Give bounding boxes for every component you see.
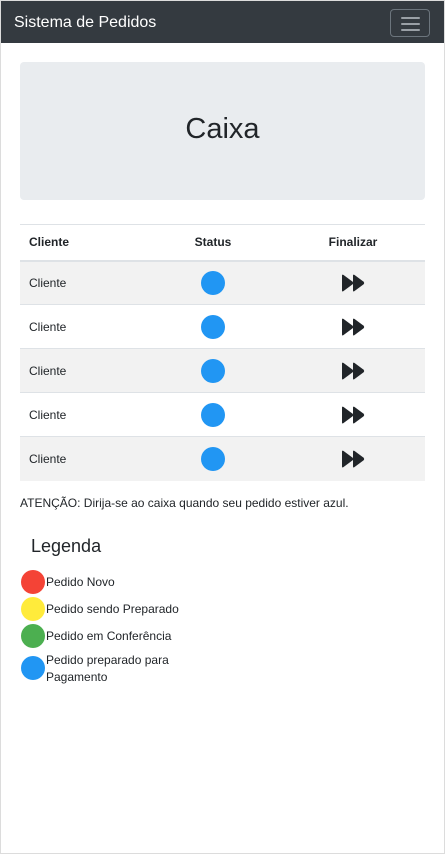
status-indicator-icon: [201, 402, 225, 427]
warning-text: ATENÇÃO: Dirija-se ao caixa quando seu p…: [20, 496, 349, 510]
status-indicator-icon: [201, 358, 225, 383]
navbar-brand[interactable]: Sistema de Pedidos: [14, 13, 156, 33]
fast-forward-icon[interactable]: [341, 274, 365, 292]
column-header-status: Status: [145, 224, 281, 262]
client-name-cell: Cliente: [20, 348, 145, 393]
legend-color-dot-icon: [21, 624, 45, 648]
legend-title: Legenda: [31, 536, 102, 556]
client-name-cell: Cliente: [20, 392, 145, 437]
page-header: Caixa: [20, 62, 425, 200]
table-row: Cliente: [20, 436, 425, 481]
legend-color-dot-icon: [21, 570, 45, 594]
page-title: Caixa: [185, 113, 260, 145]
navbar: Sistema de Pedidos: [1, 1, 444, 43]
client-name-cell: Cliente: [20, 304, 145, 349]
table-header-row: Cliente Status Finalizar: [20, 224, 425, 262]
legend-color-dot-icon: [21, 656, 45, 680]
table-row: Cliente: [20, 304, 425, 349]
status-cell: [145, 260, 281, 305]
finalize-cell: [281, 392, 425, 437]
fast-forward-icon[interactable]: [341, 362, 365, 380]
finalize-cell: [281, 436, 425, 481]
table-row: Cliente: [20, 260, 425, 305]
status-indicator-icon: [201, 270, 225, 295]
navbar-toggle-button[interactable]: [390, 9, 430, 37]
table-row: Cliente: [20, 348, 425, 393]
column-header-finalize: Finalizar: [281, 224, 425, 262]
legend-item-label: Pedido Novo: [46, 575, 115, 589]
client-name-cell: Cliente: [20, 260, 145, 305]
finalize-cell: [281, 348, 425, 393]
fast-forward-icon[interactable]: [341, 318, 365, 336]
status-cell: [145, 392, 281, 437]
status-cell: [145, 348, 281, 393]
finalize-cell: [281, 304, 425, 349]
legend-item-label: Pedido em Conferência: [46, 629, 172, 643]
orders-table: Cliente Status Finalizar Cliente Cliente C…: [20, 224, 425, 481]
finalize-cell: [281, 260, 425, 305]
legend-item-label: Pedido sendo Preparado: [46, 602, 179, 616]
status-indicator-icon: [201, 314, 225, 339]
client-name-cell: Cliente: [20, 436, 145, 481]
column-header-client: Cliente: [20, 224, 145, 262]
fast-forward-icon[interactable]: [341, 406, 365, 424]
legend-item-label: Pedido preparado para Pagamento: [46, 653, 169, 684]
status-indicator-icon: [201, 446, 225, 471]
status-cell: [145, 436, 281, 481]
legend-color-dot-icon: [21, 597, 45, 621]
fast-forward-icon[interactable]: [341, 450, 365, 468]
table-row: Cliente: [20, 392, 425, 437]
status-cell: [145, 304, 281, 349]
